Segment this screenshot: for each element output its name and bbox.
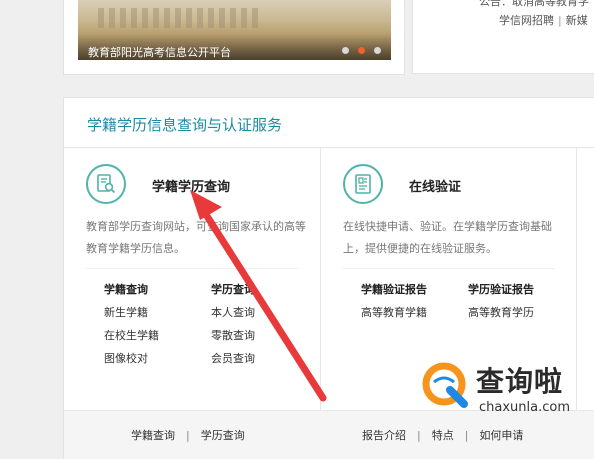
banner-skyline: [98, 8, 258, 28]
service-links: 学籍查询 学历查询 新生学籍 本人查询 在校生学籍 零散查询 图像校对 会员查询: [104, 283, 311, 366]
footer-link[interactable]: 特点: [432, 429, 454, 442]
service-link[interactable]: 高等教育学籍: [361, 306, 468, 320]
service-link[interactable]: 本人查询: [211, 306, 311, 320]
carousel-dots: [342, 47, 381, 54]
footer-link[interactable]: 学籍查询: [131, 429, 175, 442]
notice-text[interactable]: 公告：取消高等教育学: [479, 0, 589, 9]
footer-links-verify: 报告介绍 | 特点 | 如何申请: [362, 429, 524, 442]
carousel-dot-2[interactable]: [358, 47, 365, 54]
panel-footer: 学籍查询 | 学历查询 报告介绍 | 特点 | 如何申请: [64, 410, 594, 459]
link-new-media[interactable]: 新媒: [566, 14, 588, 27]
watermark-title: 查询啦: [476, 365, 564, 398]
service-description: 在线快捷申请、验证。在学籍学历查询基础上，提供便捷的在线验证服务。: [343, 220, 552, 255]
footer-link[interactable]: 如何申请: [479, 429, 523, 442]
carousel-dot-3[interactable]: [374, 47, 381, 54]
document-verify-icon[interactable]: [343, 164, 383, 204]
watermark-domain: chaxunla.com: [479, 400, 570, 415]
service-title[interactable]: 学籍学历查询: [152, 176, 230, 195]
service-link[interactable]: 在校生学籍: [104, 329, 211, 343]
watermark-logo-icon: [422, 362, 468, 408]
banner-card: 教育部阳光高考信息公开平台: [63, 0, 405, 75]
service-description: 教育部学历查询网站，可查询国家承认的高等教育学籍学历信息。: [86, 220, 306, 255]
service-title[interactable]: 在线验证: [409, 176, 461, 195]
service-card-query: 学籍学历查询 教育部学历查询网站，可查询国家承认的高等教育学籍学历信息。 学籍查…: [64, 148, 321, 410]
link-recruitment[interactable]: 学信网招聘: [499, 14, 554, 27]
service-link[interactable]: 新生学籍: [104, 306, 211, 320]
link-separator: |: [558, 14, 562, 27]
notice-links: 学信网招聘 | 新媒: [499, 12, 588, 28]
banner-caption[interactable]: 教育部阳光高考信息公开平台: [88, 44, 231, 60]
service-links: 学籍验证报告 学历验证报告 高等教育学籍 高等教育学历: [361, 283, 568, 320]
banner-image[interactable]: 教育部阳光高考信息公开平台: [78, 0, 391, 60]
service-link[interactable]: 高等教育学历: [468, 306, 568, 320]
certificate-search-icon[interactable]: [86, 164, 126, 204]
footer-links-query: 学籍查询 | 学历查询: [131, 429, 245, 442]
service-link[interactable]: 会员查询: [211, 352, 311, 366]
service-link[interactable]: 图像校对: [104, 352, 211, 366]
group-header[interactable]: 学历查询: [211, 283, 311, 297]
service-link[interactable]: 零散查询: [211, 329, 311, 343]
group-header[interactable]: 学历验证报告: [468, 283, 568, 297]
notice-panel: 公告：取消高等教育学 学信网招聘 | 新媒: [412, 0, 594, 74]
group-header[interactable]: 学籍验证报告: [361, 283, 468, 297]
carousel-dot-1[interactable]: [342, 47, 349, 54]
footer-link[interactable]: 学历查询: [201, 429, 245, 442]
group-header[interactable]: 学籍查询: [104, 283, 211, 297]
panel-title: 学籍学历信息查询与认证服务: [87, 116, 283, 134]
footer-link[interactable]: 报告介绍: [362, 429, 406, 442]
